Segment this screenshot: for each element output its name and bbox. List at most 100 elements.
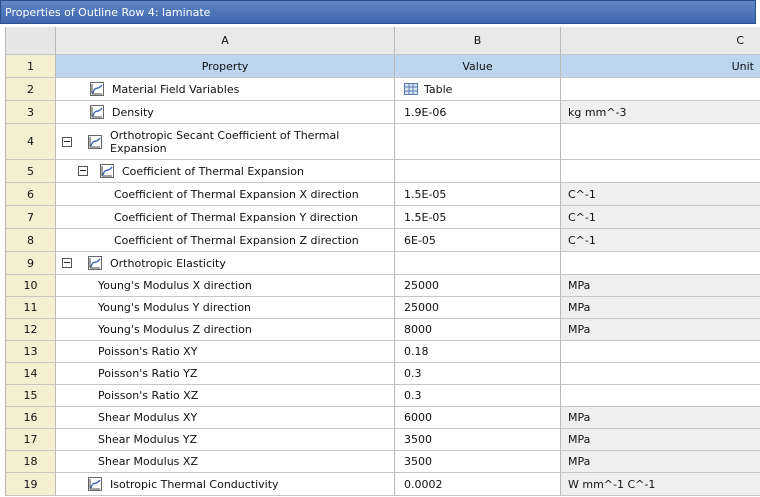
value-cell[interactable]: 3500 — [395, 429, 561, 451]
property-cell[interactable]: Shear Modulus XY — [56, 407, 395, 429]
unit-cell[interactable] — [561, 385, 760, 407]
property-cell[interactable]: Shear Modulus YZ — [56, 429, 395, 451]
unit-cell[interactable]: MPa — [561, 297, 760, 319]
value-cell[interactable]: 6000 — [395, 407, 561, 429]
table-row[interactable]: 10 Young's Modulus X direction 25000 MPa — [0, 275, 760, 297]
unit-cell[interactable]: MPa — [561, 407, 760, 429]
table-row[interactable]: 7 Coefficient of Thermal Expansion Y dir… — [0, 206, 760, 229]
corner-cell[interactable] — [5, 27, 56, 55]
table-row[interactable]: 4 Orthotropic Secant Coefficient of Ther… — [0, 124, 760, 160]
value-cell[interactable]: 0.3 — [395, 363, 561, 385]
row-number[interactable]: 6 — [5, 183, 56, 206]
property-cell[interactable]: Young's Modulus X direction — [56, 275, 395, 297]
value-cell[interactable]: 3500 — [395, 451, 561, 473]
table-row[interactable]: 11 Young's Modulus Y direction 25000 MPa — [0, 297, 760, 319]
table-row[interactable]: 19 Isotropic Thermal Conductivity 0.0002… — [0, 473, 760, 496]
property-cell[interactable]: Orthotropic Secant Coefficient of Therma… — [56, 124, 395, 160]
row-number[interactable]: 13 — [5, 341, 56, 363]
property-cell[interactable]: Poisson's Ratio XZ — [56, 385, 395, 407]
property-cell[interactable]: Coefficient of Thermal Expansion — [56, 160, 395, 183]
table-row[interactable]: 15 Poisson's Ratio XZ 0.3 — [0, 385, 760, 407]
table-row[interactable]: 1 Property Value Unit — [0, 55, 760, 78]
row-number[interactable]: 9 — [5, 252, 56, 275]
unit-cell[interactable]: MPa — [561, 429, 760, 451]
property-cell[interactable]: Poisson's Ratio YZ — [56, 363, 395, 385]
row-number[interactable]: 14 — [5, 363, 56, 385]
unit-cell[interactable] — [561, 124, 760, 160]
row-number[interactable]: 8 — [5, 229, 56, 252]
table-row[interactable]: 12 Young's Modulus Z direction 8000 MPa — [0, 319, 760, 341]
property-cell[interactable]: Poisson's Ratio XY — [56, 341, 395, 363]
property-cell[interactable]: Material Field Variables — [56, 78, 395, 101]
value-cell[interactable] — [395, 124, 561, 160]
property-cell[interactable]: Young's Modulus Z direction — [56, 319, 395, 341]
row-number[interactable]: 1 — [5, 55, 56, 78]
table-row[interactable]: 18 Shear Modulus XZ 3500 MPa — [0, 451, 760, 473]
unit-cell[interactable]: kg mm^-3 — [561, 101, 760, 124]
row-number[interactable]: 18 — [5, 451, 56, 473]
row-number[interactable]: 5 — [5, 160, 56, 183]
property-cell[interactable]: Shear Modulus XZ — [56, 451, 395, 473]
value-cell[interactable]: 1.5E-05 — [395, 206, 561, 229]
property-cell[interactable]: Density — [56, 101, 395, 124]
table-row[interactable]: 13 Poisson's Ratio XY 0.18 — [0, 341, 760, 363]
row-number[interactable]: 7 — [5, 206, 56, 229]
value-cell[interactable]: 8000 — [395, 319, 561, 341]
collapse-icon[interactable] — [78, 166, 88, 176]
table-row[interactable]: 5 Coefficient of Thermal Expansion — [0, 160, 760, 183]
row-number[interactable]: 2 — [5, 78, 56, 101]
unit-cell[interactable]: C^-1 — [561, 206, 760, 229]
table-row[interactable]: 3 Density 1.9E-06 kg mm^-3 — [0, 101, 760, 124]
row-number[interactable]: 11 — [5, 297, 56, 319]
row-number[interactable]: 17 — [5, 429, 56, 451]
row-number[interactable]: 16 — [5, 407, 56, 429]
column-header-a[interactable]: A — [56, 27, 395, 55]
property-cell[interactable]: Coefficient of Thermal Expansion Z direc… — [56, 229, 395, 252]
row-number[interactable]: 12 — [5, 319, 56, 341]
unit-cell[interactable] — [561, 341, 760, 363]
table-row[interactable]: 14 Poisson's Ratio YZ 0.3 — [0, 363, 760, 385]
table-row[interactable]: 17 Shear Modulus YZ 3500 MPa — [0, 429, 760, 451]
unit-cell[interactable]: W mm^-1 C^-1 — [561, 473, 760, 496]
unit-cell[interactable] — [561, 78, 760, 101]
unit-cell[interactable]: C^-1 — [561, 183, 760, 206]
unit-cell[interactable] — [561, 363, 760, 385]
value-cell[interactable]: 0.3 — [395, 385, 561, 407]
value-cell[interactable]: 0.18 — [395, 341, 561, 363]
column-header-c[interactable]: C — [561, 27, 760, 55]
property-cell[interactable]: Coefficient of Thermal Expansion X direc… — [56, 183, 395, 206]
row-number[interactable]: 4 — [5, 124, 56, 160]
value-cell[interactable]: 0.0002 — [395, 473, 561, 496]
unit-cell[interactable]: MPa — [561, 275, 760, 297]
row-number[interactable]: 15 — [5, 385, 56, 407]
unit-cell[interactable] — [561, 160, 760, 183]
table-row[interactable]: 16 Shear Modulus XY 6000 MPa — [0, 407, 760, 429]
column-header-b[interactable]: B — [395, 27, 561, 55]
table-row[interactable]: 8 Coefficient of Thermal Expansion Z dir… — [0, 229, 760, 252]
row-number[interactable]: 3 — [5, 101, 56, 124]
table-row[interactable]: 2 Material Field Variables Table — [0, 78, 760, 101]
row-number[interactable]: 19 — [5, 473, 56, 496]
property-cell[interactable]: Isotropic Thermal Conductivity — [56, 473, 395, 496]
value-cell[interactable] — [395, 252, 561, 275]
value-cell[interactable]: 1.9E-06 — [395, 101, 561, 124]
collapse-icon[interactable] — [62, 258, 72, 268]
value-cell[interactable] — [395, 160, 561, 183]
value-cell[interactable]: 1.5E-05 — [395, 183, 561, 206]
collapse-icon[interactable] — [62, 136, 72, 147]
value-cell[interactable]: 25000 — [395, 297, 561, 319]
column-header-row: A B C — [0, 27, 760, 55]
value-cell[interactable]: 6E-05 — [395, 229, 561, 252]
property-cell[interactable]: Young's Modulus Y direction — [56, 297, 395, 319]
value-cell[interactable]: 25000 — [395, 275, 561, 297]
table-row[interactable]: 6 Coefficient of Thermal Expansion X dir… — [0, 183, 760, 206]
unit-cell[interactable] — [561, 252, 760, 275]
property-cell[interactable]: Coefficient of Thermal Expansion Y direc… — [56, 206, 395, 229]
unit-cell[interactable]: MPa — [561, 319, 760, 341]
property-cell[interactable]: Orthotropic Elasticity — [56, 252, 395, 275]
row-number[interactable]: 10 — [5, 275, 56, 297]
unit-cell[interactable]: C^-1 — [561, 229, 760, 252]
unit-cell[interactable]: MPa — [561, 451, 760, 473]
table-row[interactable]: 9 Orthotropic Elasticity — [0, 252, 760, 275]
value-cell[interactable]: Table — [395, 78, 561, 101]
